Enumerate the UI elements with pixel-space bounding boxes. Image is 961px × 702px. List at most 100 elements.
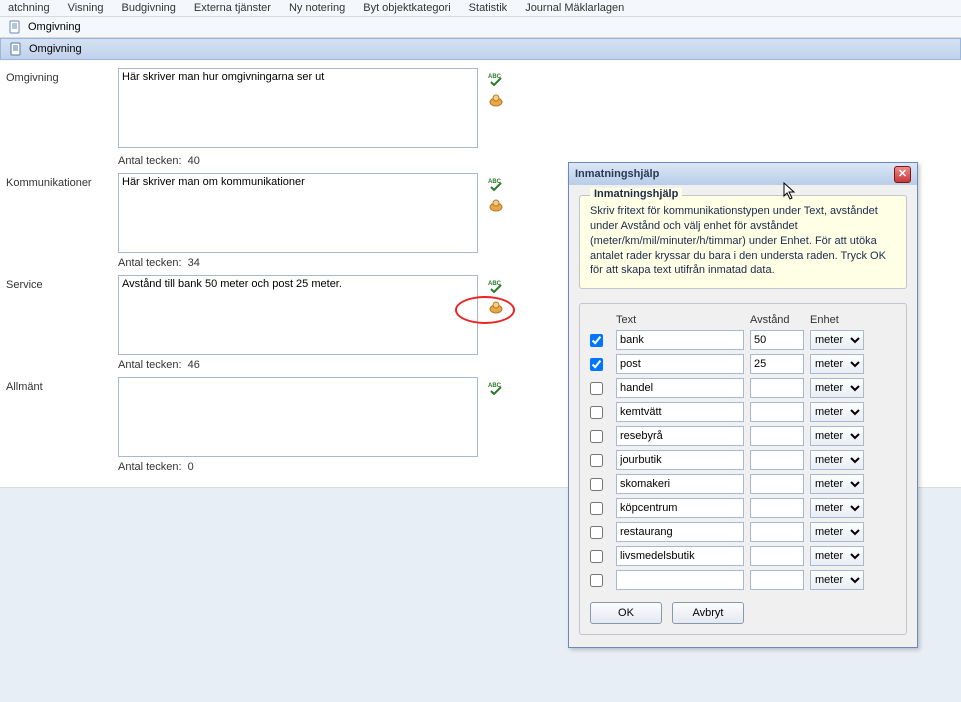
row-checkbox[interactable] bbox=[590, 358, 603, 371]
row-distance-input[interactable] bbox=[750, 330, 804, 350]
document-icon bbox=[8, 20, 22, 34]
entry-row: meter bbox=[590, 450, 896, 470]
row-distance-input[interactable] bbox=[750, 474, 804, 494]
row-distance-input[interactable] bbox=[750, 354, 804, 374]
row-distance-input[interactable] bbox=[750, 522, 804, 542]
col-text: Text bbox=[616, 314, 744, 326]
row-unit-select[interactable]: meter bbox=[810, 498, 864, 518]
omgivning-input[interactable] bbox=[118, 68, 478, 148]
menu-item[interactable]: Ny notering bbox=[289, 2, 345, 14]
dialog-titlebar[interactable]: Inmatningshjälp ✕ bbox=[569, 163, 917, 185]
row-text-input[interactable] bbox=[616, 354, 744, 374]
menu-item[interactable]: Statistik bbox=[469, 2, 508, 14]
row-text-input[interactable] bbox=[616, 402, 744, 422]
menu-item[interactable]: Budgivning bbox=[121, 2, 175, 14]
row-checkbox[interactable] bbox=[590, 430, 603, 443]
row-text-input[interactable] bbox=[616, 570, 744, 590]
row-unit-select[interactable]: meter bbox=[810, 378, 864, 398]
char-count-value: 0 bbox=[188, 461, 194, 473]
menu-item[interactable]: Byt objektkategori bbox=[363, 2, 450, 14]
help-text: Skriv fritext för kommunikationstypen un… bbox=[590, 204, 896, 278]
row-checkbox[interactable] bbox=[590, 334, 603, 347]
row-text-input[interactable] bbox=[616, 378, 744, 398]
entry-row: meter bbox=[590, 474, 896, 494]
row-text-input[interactable] bbox=[616, 522, 744, 542]
spellcheck-icon[interactable]: ABC bbox=[488, 277, 504, 293]
char-count-value: 34 bbox=[188, 257, 200, 269]
col-avstand: Avstånd bbox=[750, 314, 804, 326]
row-distance-input[interactable] bbox=[750, 546, 804, 566]
char-count-label: Antal tecken: bbox=[118, 155, 182, 167]
row-unit-select[interactable]: meter bbox=[810, 402, 864, 422]
entry-row: meter bbox=[590, 498, 896, 518]
label-service: Service bbox=[6, 275, 118, 291]
label-omgivning: Omgivning bbox=[6, 68, 118, 84]
assist-icon[interactable] bbox=[488, 197, 504, 213]
label-kommunikationer: Kommunikationer bbox=[6, 173, 118, 189]
document-icon bbox=[9, 42, 23, 56]
menu-item[interactable]: Externa tjänster bbox=[194, 2, 271, 14]
row-unit-select[interactable]: meter bbox=[810, 354, 864, 374]
row-checkbox[interactable] bbox=[590, 526, 603, 539]
label-allmant: Allmänt bbox=[6, 377, 118, 393]
entry-row: meter bbox=[590, 522, 896, 542]
assist-icon[interactable] bbox=[488, 299, 504, 315]
ok-button[interactable]: OK bbox=[590, 602, 662, 624]
row-checkbox[interactable] bbox=[590, 574, 603, 587]
col-enhet: Enhet bbox=[810, 314, 864, 326]
row-distance-input[interactable] bbox=[750, 402, 804, 422]
menu-item[interactable]: Journal Mäklarlagen bbox=[525, 2, 624, 14]
row-checkbox[interactable] bbox=[590, 406, 603, 419]
section-header: Omgivning bbox=[0, 16, 961, 38]
spellcheck-icon[interactable]: ABC bbox=[488, 175, 504, 191]
row-unit-select[interactable]: meter bbox=[810, 330, 864, 350]
close-icon[interactable]: ✕ bbox=[894, 166, 911, 183]
row-checkbox[interactable] bbox=[590, 478, 603, 491]
char-count-value: 40 bbox=[188, 155, 200, 167]
section-title: Omgivning bbox=[28, 21, 81, 33]
row-text-input[interactable] bbox=[616, 330, 744, 350]
row-unit-select[interactable]: meter bbox=[810, 522, 864, 542]
help-legend: Inmatningshjälp bbox=[590, 188, 682, 200]
entry-row: meter bbox=[590, 330, 896, 350]
row-text-input[interactable] bbox=[616, 546, 744, 566]
cancel-button[interactable]: Avbryt bbox=[672, 602, 744, 624]
row-unit-select[interactable]: meter bbox=[810, 474, 864, 494]
spellcheck-icon[interactable]: ABC bbox=[488, 70, 504, 86]
entry-row: meter bbox=[590, 570, 896, 590]
row-distance-input[interactable] bbox=[750, 570, 804, 590]
row-distance-input[interactable] bbox=[750, 426, 804, 446]
menu-item[interactable]: Visning bbox=[68, 2, 104, 14]
row-text-input[interactable] bbox=[616, 498, 744, 518]
menu-item[interactable]: atchning bbox=[8, 2, 50, 14]
service-input[interactable] bbox=[118, 275, 478, 355]
panel-header: Omgivning bbox=[0, 38, 961, 60]
entry-row: meter bbox=[590, 402, 896, 422]
row-distance-input[interactable] bbox=[750, 450, 804, 470]
allmant-input[interactable] bbox=[118, 377, 478, 457]
row-distance-input[interactable] bbox=[750, 378, 804, 398]
entry-row: meter bbox=[590, 426, 896, 446]
row-checkbox[interactable] bbox=[590, 382, 603, 395]
entry-row: meter bbox=[590, 354, 896, 374]
assist-icon[interactable] bbox=[488, 92, 504, 108]
spellcheck-icon[interactable]: ABC bbox=[488, 379, 504, 395]
char-count-label: Antal tecken: bbox=[118, 257, 182, 269]
row-text-input[interactable] bbox=[616, 426, 744, 446]
row-checkbox[interactable] bbox=[590, 502, 603, 515]
panel-title: Omgivning bbox=[29, 43, 82, 55]
char-count-value: 46 bbox=[188, 359, 200, 371]
row-unit-select[interactable]: meter bbox=[810, 570, 864, 590]
row-text-input[interactable] bbox=[616, 450, 744, 470]
row-distance-input[interactable] bbox=[750, 498, 804, 518]
row-unit-select[interactable]: meter bbox=[810, 450, 864, 470]
kommunikationer-input[interactable] bbox=[118, 173, 478, 253]
row-unit-select[interactable]: meter bbox=[810, 546, 864, 566]
entry-row: meter bbox=[590, 378, 896, 398]
row-checkbox[interactable] bbox=[590, 454, 603, 467]
row-unit-select[interactable]: meter bbox=[810, 426, 864, 446]
entry-row: meter bbox=[590, 546, 896, 566]
row-text-input[interactable] bbox=[616, 474, 744, 494]
row-checkbox[interactable] bbox=[590, 550, 603, 563]
menu-bar: atchning Visning Budgivning Externa tjän… bbox=[0, 0, 961, 16]
